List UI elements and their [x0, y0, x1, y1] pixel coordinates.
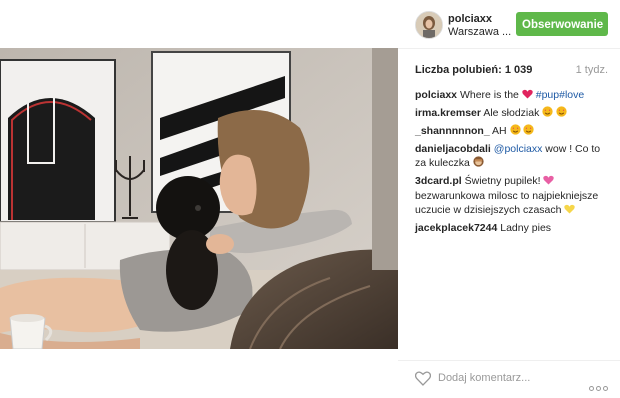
heart-icon[interactable]: [414, 371, 432, 387]
comments-list: polciaxx Where is the #pup#love irma.kre…: [415, 88, 610, 238]
caption-text: Where is the: [459, 89, 519, 101]
comment-username[interactable]: danieljacobdali: [415, 143, 491, 155]
caption-username[interactable]: polciaxx: [415, 89, 457, 101]
heart-eyes-icon: [542, 106, 553, 121]
list-item: _shannnnnon_ AH: [415, 124, 610, 139]
heart-eyes-icon: [509, 124, 521, 139]
post-side-panel: polciaxx Warszawa ... Obserwowanie Liczb…: [398, 0, 620, 397]
yellow-heart-icon: [564, 204, 576, 218]
post-location[interactable]: Warszawa ...: [448, 26, 511, 38]
likes-count[interactable]: Liczba polubień: 1 039: [415, 64, 532, 76]
comment-text: Ladny pies: [500, 222, 552, 234]
comment-username[interactable]: _shannnnnon_: [415, 125, 490, 137]
follow-button[interactable]: Obserwowanie: [516, 12, 608, 36]
comment-text: Ale słodziak: [483, 107, 540, 119]
more-options-icon[interactable]: [587, 378, 608, 396]
comment-username[interactable]: irma.kremser: [415, 107, 481, 119]
caption-hashtags[interactable]: #pup#love: [536, 89, 584, 101]
caption: polciaxx Where is the #pup#love: [415, 88, 610, 103]
heart-eyes-icon: [556, 106, 567, 121]
comment-text: AH: [492, 125, 507, 137]
post-header: polciaxx Warszawa ... Obserwowanie: [398, 0, 620, 49]
list-item: 3dcard.pl Świetny pupilek! bezwarunkowa …: [415, 174, 610, 218]
see-no-evil-monkey-icon: [473, 156, 484, 171]
post-time[interactable]: 1 tydz.: [576, 64, 608, 76]
list-item: danieljacobdali @polciaxx wow ! Co to za…: [415, 142, 610, 171]
red-heart-icon: [522, 89, 533, 103]
comment-text: Świetny pupilek!: [464, 175, 541, 187]
list-item: jacekplacek7244 Ladny pies: [415, 221, 610, 235]
comment-username[interactable]: 3dcard.pl: [415, 175, 462, 187]
comment-username[interactable]: jacekplacek7244: [415, 222, 497, 234]
comment-mention[interactable]: @polciaxx: [494, 143, 543, 155]
heart-eyes-icon: [523, 124, 535, 139]
avatar[interactable]: [415, 11, 443, 39]
list-item: irma.kremser Ale słodziak: [415, 106, 610, 121]
post-username[interactable]: polciaxx: [448, 13, 492, 25]
photo-illustration: [0, 48, 398, 349]
post-footer: Dodaj komentarz...: [398, 360, 620, 398]
sparkling-heart-icon: [543, 175, 555, 189]
add-comment-input[interactable]: Dodaj komentarz...: [438, 372, 530, 384]
post-photo[interactable]: [0, 48, 398, 349]
